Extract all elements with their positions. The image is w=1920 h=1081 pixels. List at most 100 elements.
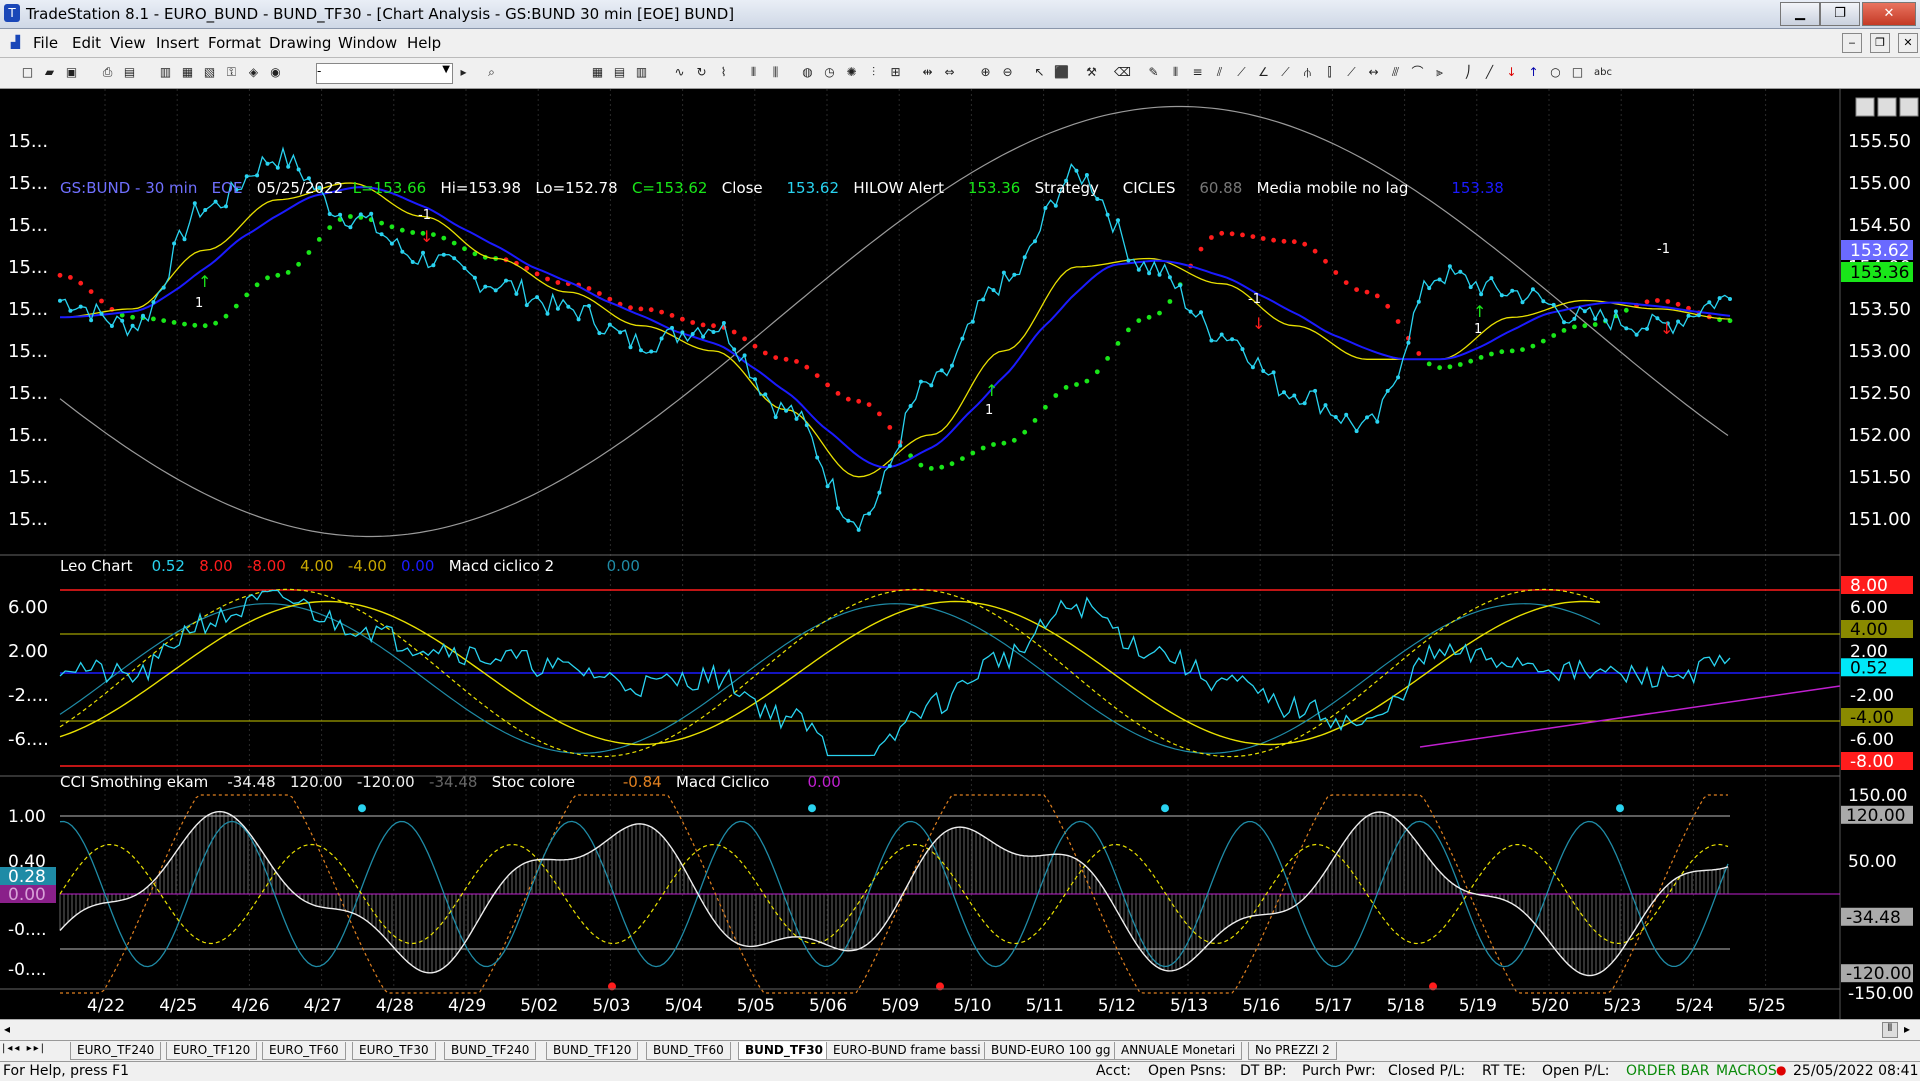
menu-insert[interactable]: Insert [156, 34, 199, 52]
gann-icon[interactable]: ⟋ [1278, 65, 1293, 80]
tab-bund-tf30[interactable]: BUND_TF30 [738, 1042, 830, 1060]
circle-icon[interactable]: ○ [1548, 65, 1563, 80]
regression-icon[interactable]: ⟋ [1344, 65, 1359, 80]
tab-euro-tf240[interactable]: EURO_TF240 [70, 1042, 162, 1060]
fan-icon[interactable]: ⫸ [1432, 65, 1447, 80]
date-label: 5/04 [665, 996, 703, 1016]
menu-view[interactable]: View [110, 34, 146, 52]
tab-annuale-monetari[interactable]: ANNUALE Monetari [1114, 1042, 1243, 1060]
tab-no-prezzi-2[interactable]: No PREZZI 2 [1248, 1042, 1337, 1060]
tab-euro-tf60[interactable]: EURO_TF60 [262, 1042, 346, 1060]
tab-euro-tf30[interactable]: EURO_TF30 [352, 1042, 436, 1060]
fibonacci-icon[interactable]: ⫿ [1322, 65, 1337, 80]
insert-study-icon[interactable]: ▦ [590, 65, 605, 80]
document-icon[interactable]: ▧ [202, 65, 217, 80]
dashboard-icon[interactable]: ◈ [246, 65, 261, 80]
tools-icon[interactable]: ⚒ [1084, 65, 1099, 80]
lock-icon[interactable]: ⚿ [224, 65, 239, 80]
save-icon[interactable]: ▣ [64, 65, 79, 80]
vertical-lines-icon[interactable]: ⦀ [1168, 65, 1183, 80]
line-icon[interactable]: ╱ [1482, 65, 1497, 80]
refresh-icon[interactable]: ↻ [694, 65, 709, 80]
pointer-icon[interactable]: ↖ [1032, 65, 1047, 80]
trendline-icon[interactable]: ⟋ [1234, 65, 1249, 80]
zoom-in-icon[interactable]: ⊕ [978, 65, 993, 80]
menu-edit[interactable]: Edit [72, 34, 101, 52]
horizontal-lines-icon[interactable]: ≡ [1190, 65, 1205, 80]
grid-2-icon[interactable]: ⊞ [888, 65, 903, 80]
radar-icon[interactable]: ✺ [844, 65, 859, 80]
grid-icon[interactable]: ▦ [180, 65, 195, 80]
status-purch-pwr: Purch Pwr: [1302, 1063, 1376, 1079]
chart-icon[interactable]: ▥ [158, 65, 173, 80]
scroll-left-icon[interactable]: ◂ [4, 1022, 10, 1036]
minimize-button[interactable]: ▁ [1780, 2, 1820, 26]
bars-icon[interactable]: ⫴ [746, 65, 761, 80]
up-arrow-icon[interactable]: ↑ [1526, 65, 1541, 80]
text-icon[interactable]: abc [1592, 65, 1614, 80]
panel-close-button[interactable] [1899, 97, 1919, 117]
tab-euro-tf120[interactable]: EURO_TF120 [166, 1042, 258, 1060]
arrow-right-icon[interactable]: ▸ [456, 65, 471, 80]
status-order-bar[interactable]: ORDER BAR [1626, 1063, 1709, 1079]
speed-lines-icon[interactable]: ⫻ [1388, 65, 1403, 80]
globe-2-icon[interactable]: ◍ [800, 65, 815, 80]
horizontal-arrow-icon[interactable]: ↔ [1366, 65, 1381, 80]
bracket-icon[interactable]: ⎠ [1460, 65, 1475, 80]
clock-icon[interactable]: ◷ [822, 65, 837, 80]
table-icon[interactable]: ▥ [634, 65, 649, 80]
find-icon[interactable]: ⌕ [484, 65, 499, 80]
menu-drawing[interactable]: Drawing [269, 34, 331, 52]
expand-icon[interactable]: ⇹ [920, 65, 935, 80]
arc-icon[interactable]: ⌒ [1410, 65, 1425, 80]
mdi-close-button[interactable]: ✕ [1898, 33, 1918, 53]
menu-format[interactable]: Format [208, 34, 261, 52]
panel-restore-button[interactable] [1877, 97, 1897, 117]
menu-help[interactable]: Help [407, 34, 441, 52]
strategy-icon[interactable]: ∿ [672, 65, 687, 80]
mdi-minimize-button[interactable]: ‒ [1842, 33, 1862, 53]
horizontal-scrollbar[interactable]: ◂ ⦀ ▸ [0, 1019, 1920, 1040]
symbol-combo[interactable]: - ▼ [316, 63, 453, 84]
new-icon[interactable]: □ [20, 65, 35, 80]
tab-bund-tf120[interactable]: BUND_TF120 [546, 1042, 639, 1060]
signal-label: 1 [985, 403, 993, 418]
data-window-icon[interactable]: ⬛ [1054, 65, 1069, 80]
pen-icon[interactable]: ✎ [1146, 65, 1161, 80]
tab-nav-arrows-icon[interactable]: |◂◂ ▸▸| [2, 1043, 46, 1054]
menu-window[interactable]: Window [338, 34, 397, 52]
rectangle-icon[interactable]: □ [1570, 65, 1585, 80]
scroll-right-icon[interactable]: ▸ [1904, 1022, 1910, 1036]
channel-icon[interactable]: ⫽ [1212, 65, 1227, 80]
bars-2-icon[interactable]: ⫼ [768, 65, 783, 80]
mdi-restore-button[interactable]: ❐ [1870, 33, 1890, 53]
status-macros[interactable]: MACROS [1716, 1063, 1777, 1079]
price-chart-svg[interactable]: ↑ 1 -1 ↓ ↑ 1 -1 ↓ ↑ 1 -1 ↓ 155.50 155.00 1… [0, 89, 1920, 1019]
open-icon[interactable]: ▰ [42, 65, 57, 80]
print-preview-icon[interactable]: ⎙ [100, 65, 115, 80]
print-icon[interactable]: ▤ [122, 65, 137, 80]
price-point [1282, 390, 1286, 395]
globe-icon[interactable]: ◉ [268, 65, 283, 80]
sliders-icon[interactable]: ⫶ [866, 65, 881, 80]
panel-minimize-button[interactable] [1855, 97, 1875, 117]
format-icon[interactable]: ▤ [612, 65, 627, 80]
menu-file[interactable]: File [33, 34, 58, 52]
scroll-thumb[interactable]: ⦀ [1882, 1022, 1898, 1038]
price-point [763, 392, 768, 397]
compress-icon[interactable]: ⇔ [942, 65, 957, 80]
angle-icon[interactable]: ∠ [1256, 65, 1271, 80]
tab-euro-bund-frame-bassi[interactable]: EURO-BUND frame bassi [826, 1042, 988, 1060]
graph-icon[interactable]: ⌇ [716, 65, 731, 80]
tab-bund-euro-100-gg[interactable]: BUND-EURO 100 gg [984, 1042, 1118, 1060]
hilow-dot [918, 462, 924, 468]
close-button[interactable]: ✕ [1862, 2, 1916, 26]
pitchfork-icon[interactable]: ⫛ [1300, 65, 1315, 80]
eraser-icon[interactable]: ⌫ [1114, 65, 1131, 80]
tab-bund-tf60[interactable]: BUND_TF60 [646, 1042, 731, 1060]
chart-analysis-window[interactable]: ↑ 1 -1 ↓ ↑ 1 -1 ↓ ↑ 1 -1 ↓ 155.50 155.00 1… [0, 89, 1920, 1019]
down-arrow-icon[interactable]: ↓ [1504, 65, 1519, 80]
zoom-out-icon[interactable]: ⊖ [1000, 65, 1015, 80]
tab-bund-tf240[interactable]: BUND_TF240 [444, 1042, 537, 1060]
maximize-button[interactable]: ❐ [1820, 2, 1860, 26]
